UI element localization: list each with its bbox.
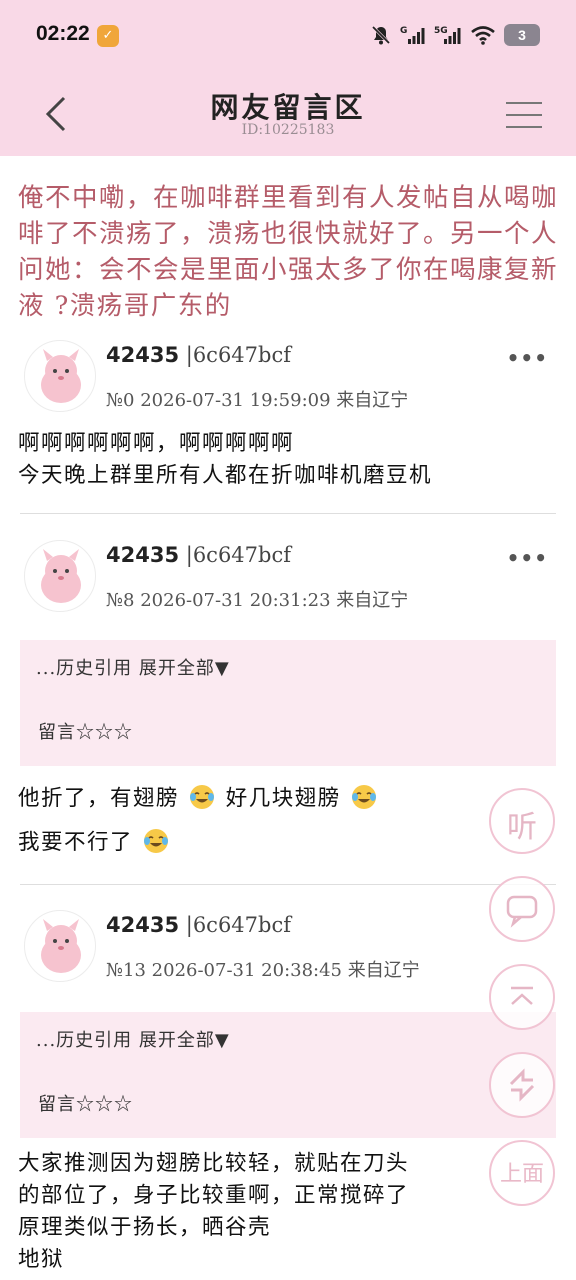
user-id[interactable]: 42435 [106,543,179,567]
quote-box: ...历史引用 展开全部▼ 留言☆☆☆ [20,640,556,766]
signal-g-icon: G [400,26,425,44]
status-icons: G 5G 3 [370,22,540,48]
post-meta: №13 2026-07-31 20:38:45 来自辽宁 [106,960,420,981]
scroll-top-icon [511,986,533,1005]
comment-line: 原理类似于扬长，晒谷壳 [18,1215,272,1240]
battery-indicator: 3 [504,24,540,46]
comment-button[interactable] [489,876,555,942]
comment-text: 我要不行了 [18,830,134,855]
up-button[interactable]: 上面 [489,1140,555,1206]
laugh-cry-emoji [352,785,377,809]
laugh-cry-emoji [144,829,169,853]
avatar-image [41,919,81,973]
user-line: 42435 |6c647bcf [106,913,291,937]
listen-label: 听 [507,810,537,845]
comment-line: 大家推测因为翅膀比较轻，就贴在刀头 [18,1151,410,1176]
divider [20,884,556,885]
post-headline: 俺不中嘞，在咖啡群里看到有人发帖自从喝咖啡了不溃疡了，溃疡也很快就好了。另一个人… [18,183,559,321]
user-hash: |6c647bcf [185,543,292,567]
comment-line: 今天晚上群里所有人都在折咖啡机磨豆机 [18,463,433,488]
status-time: 02:22 [36,22,90,45]
avatar[interactable] [24,910,96,982]
avatar[interactable] [24,540,96,612]
comment-line: 地狱 [18,1247,65,1272]
refresh-icon [509,1068,535,1102]
nav-bar: 网友留言区 ID:10225183 [0,70,576,156]
page-id: ID:10225183 [241,122,335,138]
user-line: 42435 |6c647bcf [106,343,291,367]
laugh-cry-emoji [190,785,215,809]
refresh-button[interactable] [489,1052,555,1118]
notification-app-icon: ✓ [97,25,119,47]
expand-history-link[interactable]: ...历史引用 展开全部▼ [36,654,230,680]
scroll-top-button[interactable] [489,964,555,1030]
post-meta: №0 2026-07-31 19:59:09 来自辽宁 [106,390,409,411]
signal-5g-icon: 5G [434,26,461,44]
comment-line: 啊啊啊啊啊啊，啊啊啊啊啊 [18,431,295,456]
user-hash: |6c647bcf [185,343,292,367]
quote-comment: 留言☆☆☆ [38,722,133,743]
expand-history-link[interactable]: ...历史引用 展开全部▼ [36,1026,230,1052]
comment-body: 啊啊啊啊啊啊，啊啊啊啊啊 今天晚上群里所有人都在折咖啡机磨豆机 [18,428,558,492]
page-title: 网友留言区 [210,91,366,124]
user-hash: |6c647bcf [185,913,292,937]
divider [20,513,556,514]
avatar[interactable] [24,340,96,412]
comment-body: 他折了，有翅膀 好几块翅膀 我要不行了 [18,782,558,860]
comment-text: 他折了，有翅膀 [18,786,180,811]
status-bar: 02:22 ✓ G 5G 3 [0,0,576,70]
up-label: 上面 [499,1162,544,1187]
wifi-icon [471,26,495,45]
post-meta: №8 2026-07-31 20:31:23 来自辽宁 [106,590,409,611]
avatar-image [41,549,81,603]
user-id[interactable]: 42435 [106,343,179,367]
menu-icon[interactable] [506,100,542,130]
user-line: 42435 |6c647bcf [106,543,291,567]
more-icon[interactable]: ••• [507,346,548,370]
mute-bell-icon [371,25,391,45]
comment-line: 他折了，有翅膀 好几块翅膀 [18,782,558,816]
svg-text:5G: 5G [434,26,448,36]
user-id[interactable]: 42435 [106,913,179,937]
comment-body: 大家推测因为翅膀比较轻，就贴在刀头 的部位了，身子比较重啊，正常搅碎了 原理类似… [18,1148,538,1276]
quote-comment: 留言☆☆☆ [38,1094,133,1115]
comment-line: 我要不行了 [18,826,558,860]
listen-button[interactable]: 听 [489,788,555,854]
more-icon[interactable]: ••• [507,546,548,570]
comment-line: 的部位了，身子比较重啊，正常搅碎了 [18,1183,410,1208]
quote-box: ...历史引用 展开全部▼ 留言☆☆☆ [20,1012,556,1138]
avatar-image [41,349,81,403]
comment-icon [506,895,538,928]
comment-text: 好几块翅膀 [225,786,341,811]
svg-text:G: G [400,26,407,36]
